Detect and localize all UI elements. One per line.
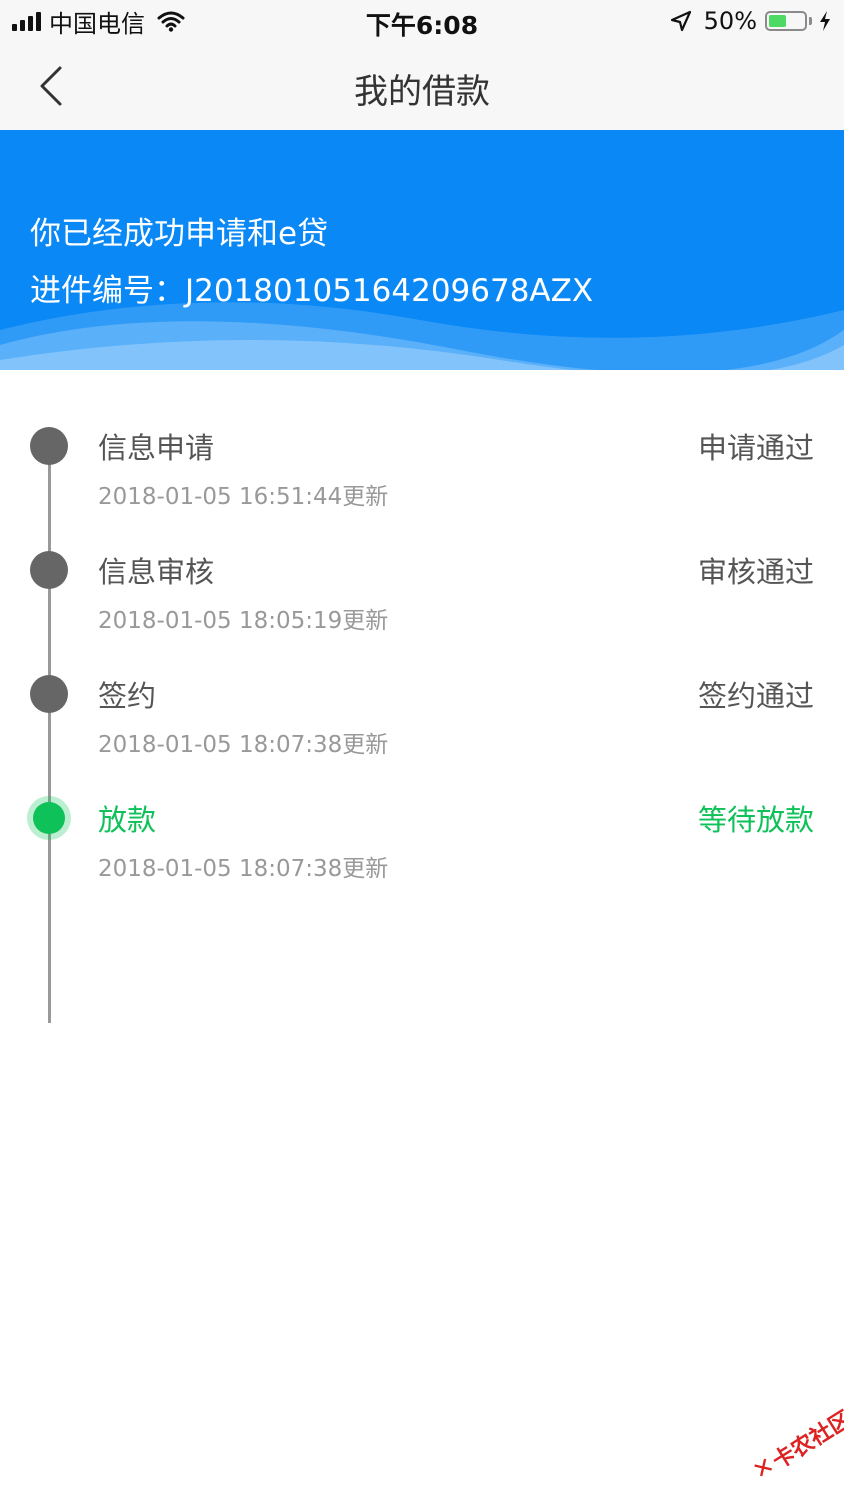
timeline-step-review: 信息审核 2018-01-05 18:05:19更新 审核通过 xyxy=(0,494,844,634)
step-status: 等待放款 xyxy=(697,803,814,837)
timeline-step-application: 信息申请 2018-01-05 16:51:44更新 申请通过 xyxy=(0,370,844,510)
reference-value: J20180105164209678AZX xyxy=(185,273,594,309)
step-title: 签约 xyxy=(98,679,157,713)
watermark-text: 卡农社区 xyxy=(768,1406,844,1475)
application-banner: 你已经成功申请和e贷 进件编号：J20180105164209678AZX xyxy=(0,130,844,370)
battery-cap xyxy=(809,17,812,25)
step-time: 2018-01-05 18:07:38更新 xyxy=(98,856,389,882)
step-title: 放款 xyxy=(98,803,157,837)
success-message: 你已经成功申请和e贷 xyxy=(30,216,329,252)
step-dot xyxy=(30,551,68,589)
timeline-step-contract: 签约 2018-01-05 18:07:38更新 签约通过 xyxy=(0,618,844,758)
step-title: 信息审核 xyxy=(98,555,215,589)
progress-timeline: 信息申请 2018-01-05 16:51:44更新 申请通过 信息审核 201… xyxy=(0,370,844,1070)
status-bar: 中国电信 下午6:08 50% xyxy=(0,0,844,42)
step-title: 信息申请 xyxy=(98,431,215,465)
location-icon xyxy=(670,10,691,32)
step-dot xyxy=(30,675,68,713)
reference-label: 进件编号： xyxy=(30,273,185,309)
watermark-logo: ✕ 卡农社区 xyxy=(730,1386,844,1504)
nav-bar: 我的借款 xyxy=(0,42,844,130)
step-dot-active xyxy=(33,802,65,834)
battery-percent: 50% xyxy=(703,7,757,35)
status-right: 50% xyxy=(670,6,832,36)
battery-icon xyxy=(765,11,807,31)
reference-number: 进件编号：J20180105164209678AZX xyxy=(30,265,593,310)
step-dot xyxy=(30,427,68,465)
timeline-step-disbursement: 放款 2018-01-05 18:07:38更新 等待放款 xyxy=(0,742,844,882)
step-status: 申请通过 xyxy=(697,431,814,465)
charging-icon xyxy=(820,11,830,31)
step-status: 审核通过 xyxy=(697,555,814,589)
battery-level xyxy=(769,15,786,27)
step-status: 签约通过 xyxy=(697,679,814,713)
page-title: 我的借款 xyxy=(354,72,490,112)
